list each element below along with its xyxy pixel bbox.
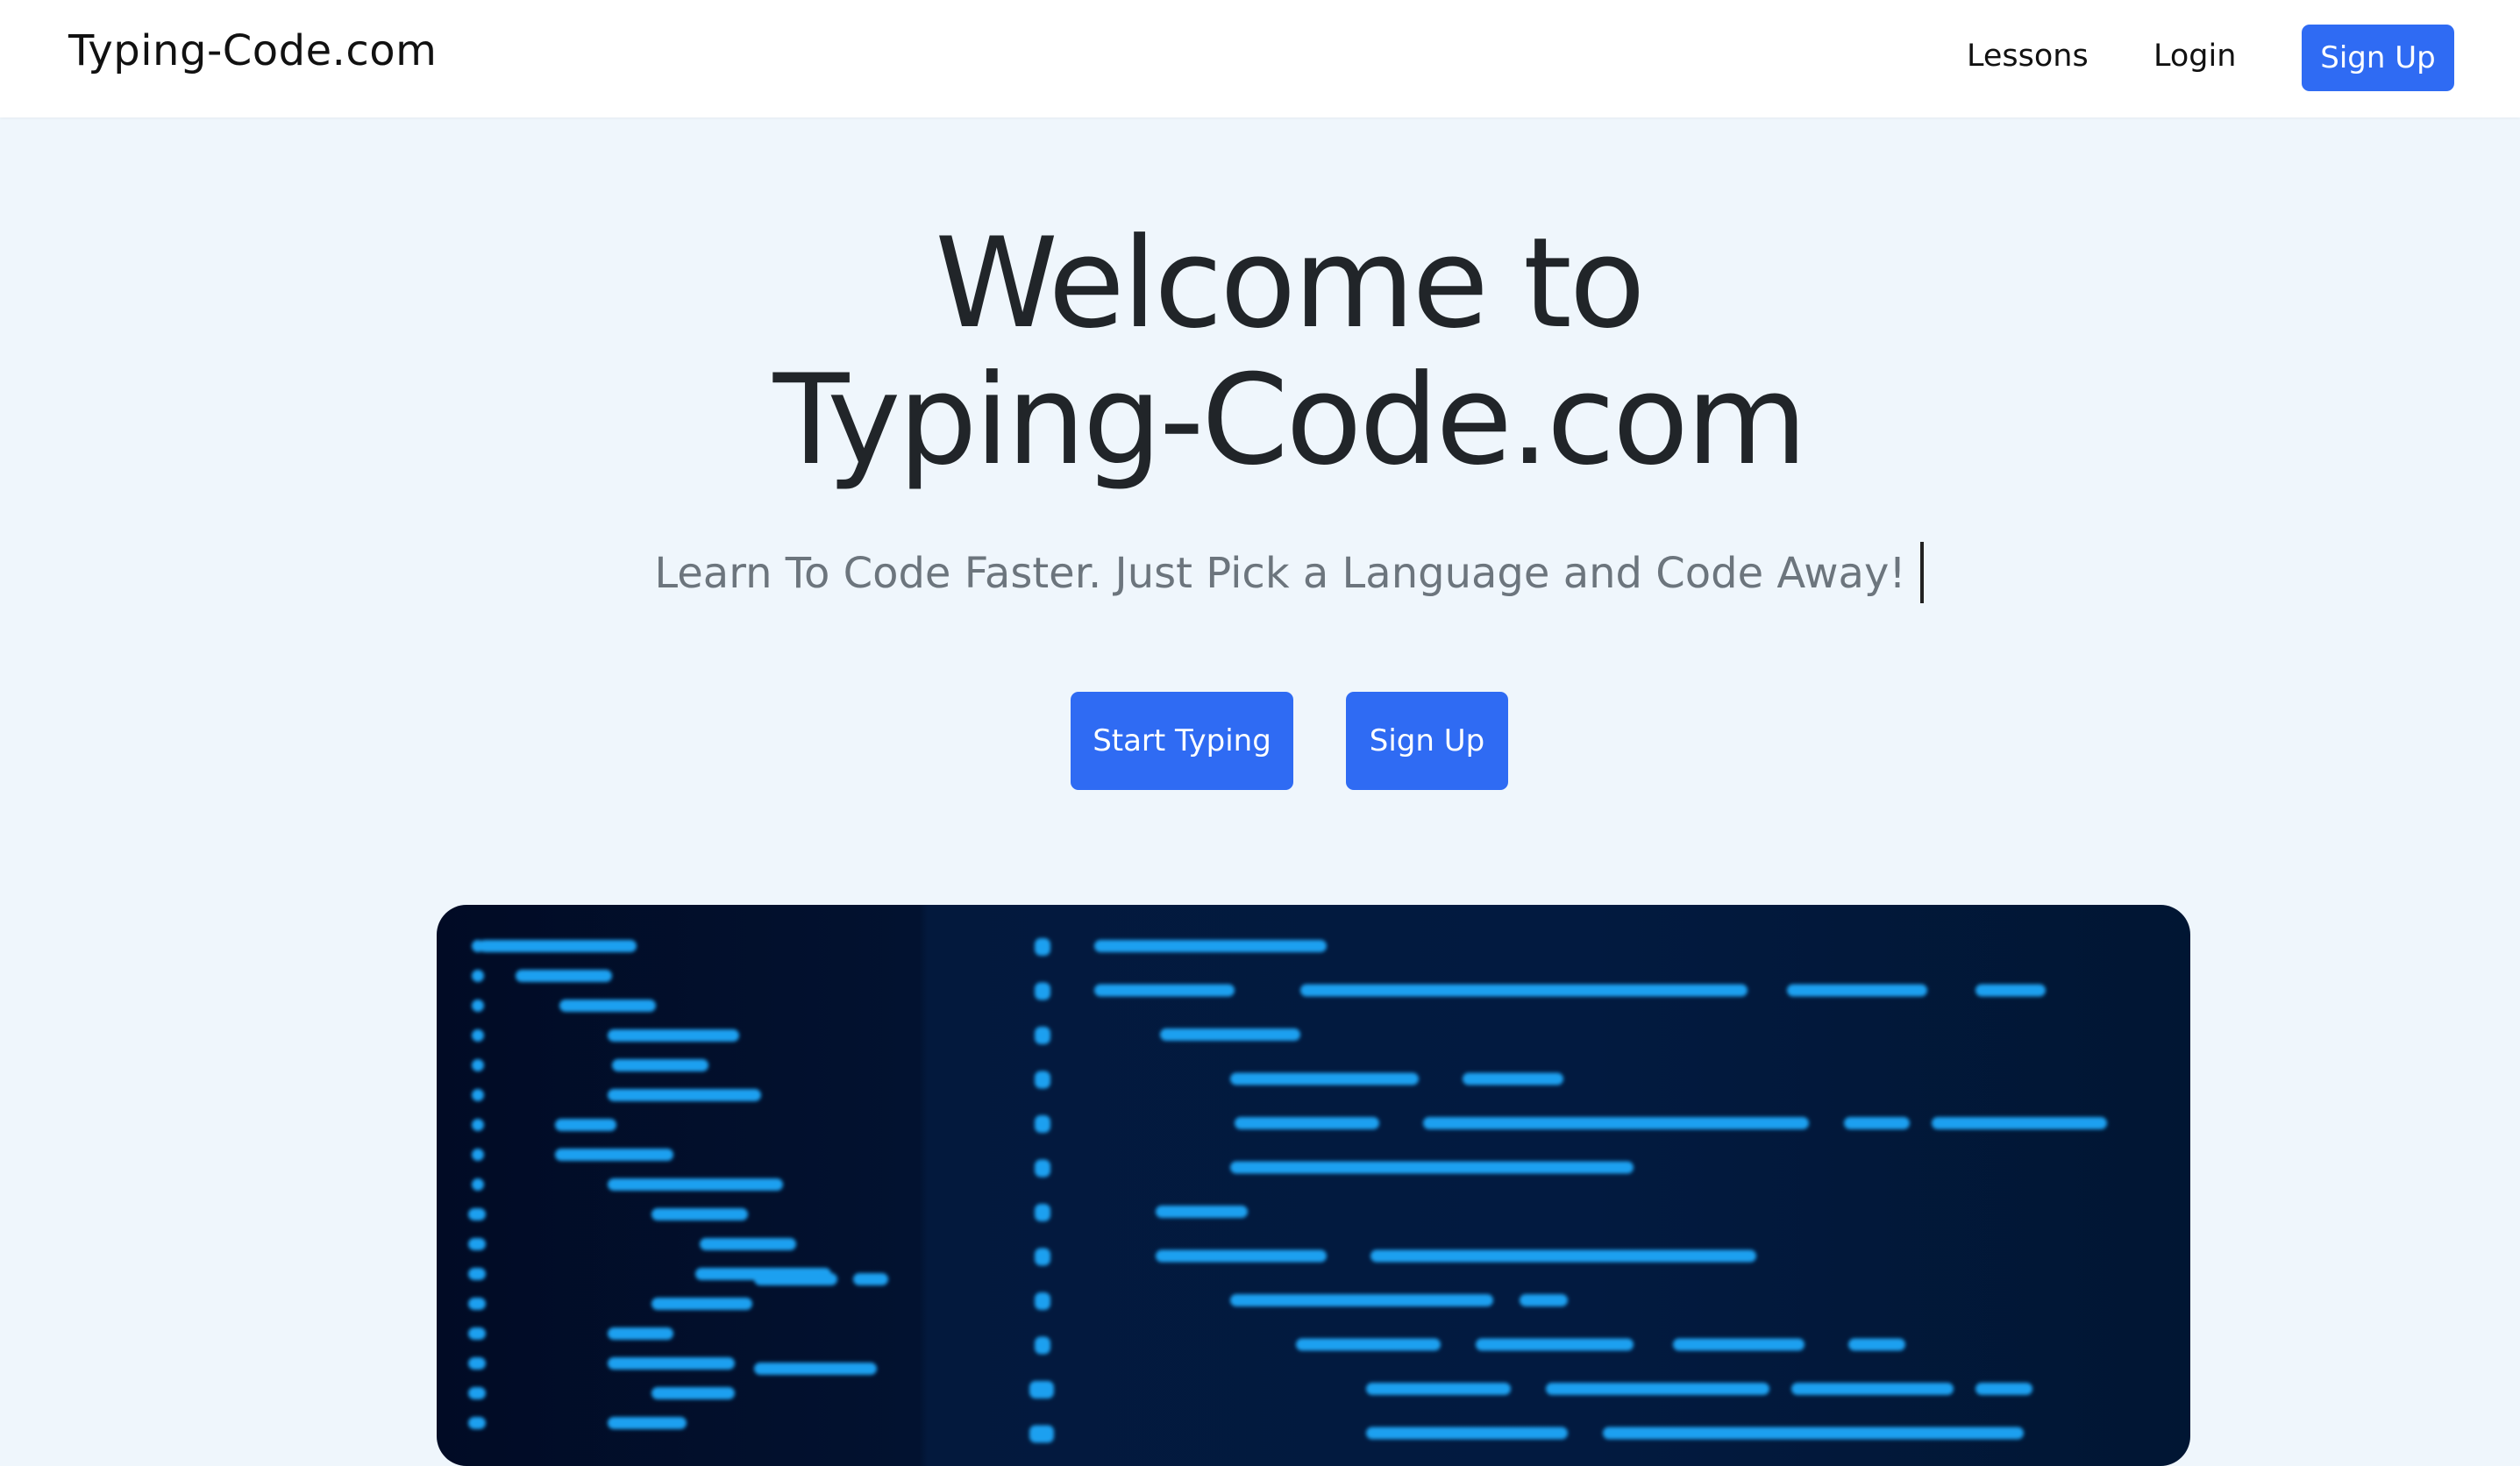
code-line-bar	[472, 1000, 484, 1012]
code-line-bar	[1035, 1248, 1050, 1266]
code-line-bar	[1035, 1027, 1050, 1044]
code-line-bar	[1787, 984, 1927, 997]
code-line-bar	[754, 1273, 837, 1285]
code-line-bar	[608, 1178, 783, 1191]
code-line-bar	[468, 1268, 486, 1280]
code-line-bar	[608, 1327, 673, 1340]
code-line-bar	[651, 1208, 748, 1220]
code-line-bar	[1370, 1249, 1756, 1263]
code-line-bar	[1094, 940, 1327, 952]
hero-signup-button[interactable]: Sign Up	[1346, 692, 1508, 790]
code-line-bar	[1476, 1338, 1634, 1351]
code-line-bar	[1230, 1294, 1493, 1306]
code-line-bar	[1603, 1427, 2024, 1440]
code-line-bar	[1029, 1381, 1054, 1398]
code-line-bar	[1296, 1338, 1441, 1351]
code-line-bar	[468, 1417, 486, 1429]
code-line-bar	[1230, 1072, 1419, 1085]
code-line-bar	[468, 1327, 486, 1340]
code-line-bar	[1673, 1338, 1805, 1351]
code-line-bar	[1366, 1427, 1568, 1440]
code-line-bar	[1156, 1206, 1248, 1218]
code-line-bar	[1035, 982, 1050, 1000]
code-editor-illustration	[437, 905, 2190, 1466]
code-line-bar	[1975, 1383, 2032, 1395]
code-line-bar	[612, 1059, 708, 1071]
code-line-bar	[1791, 1383, 1954, 1395]
code-line-bar	[1932, 1117, 2107, 1129]
nav-link-login[interactable]: Login	[2153, 39, 2236, 74]
code-line-bar	[1035, 1159, 1050, 1178]
code-line-bar	[853, 1273, 888, 1285]
code-line-bar	[555, 1119, 616, 1131]
code-line-bar	[1035, 1292, 1050, 1310]
navbar: Typing-Code.com Lessons Login Sign Up	[0, 0, 2520, 117]
code-line-bar	[754, 1363, 877, 1375]
hero-subtitle: Learn To Code Faster. Just Pick a Langua…	[654, 549, 1906, 598]
code-line-bar	[1300, 984, 1748, 997]
code-line-bar	[651, 1298, 752, 1310]
code-line-bar	[1156, 1249, 1327, 1263]
code-line-bar	[1160, 1028, 1300, 1041]
hero-title-line1: Welcome to	[935, 211, 1645, 356]
hero-subtitle-row: Learn To Code Faster. Just Pick a Langua…	[0, 542, 2520, 607]
code-line-bar	[608, 1029, 739, 1042]
code-line-bar	[1546, 1383, 1769, 1395]
code-line-bar	[468, 1208, 486, 1220]
code-line-bar	[468, 1238, 486, 1250]
code-line-bar	[472, 1029, 484, 1042]
code-line-bar	[468, 1387, 486, 1399]
nav-link-lessons[interactable]: Lessons	[1967, 39, 2089, 74]
code-line-bar	[472, 1059, 484, 1071]
code-lines-graphic	[468, 938, 2107, 1443]
start-typing-button[interactable]: Start Typing	[1071, 692, 1293, 790]
code-line-bar	[1230, 1161, 1634, 1174]
code-line-bar	[1844, 1117, 1910, 1129]
hero-title: Welcome to Typing-Code.com	[0, 216, 2520, 489]
code-line-bar	[608, 1357, 735, 1370]
code-line-bar	[1463, 1072, 1563, 1085]
brand-logo[interactable]: Typing-Code.com	[68, 26, 437, 75]
code-line-bar	[1235, 1117, 1379, 1129]
code-line-bar	[1029, 1425, 1054, 1443]
code-line-bar	[468, 1298, 486, 1310]
code-line-bar	[472, 1089, 484, 1101]
code-line-bar	[472, 1178, 484, 1191]
code-line-bar	[1035, 1204, 1050, 1221]
code-line-bar	[1035, 1115, 1050, 1133]
code-line-bar	[1094, 984, 1235, 997]
nav-signup-button[interactable]: Sign Up	[2302, 25, 2454, 91]
code-line-bar	[479, 940, 637, 952]
code-line-bar	[1520, 1294, 1568, 1306]
code-line-bar	[651, 1387, 735, 1399]
code-line-bar	[516, 970, 612, 982]
code-line-bar	[555, 1149, 673, 1161]
code-line-bar	[1035, 938, 1050, 956]
code-line-bar	[1035, 1071, 1050, 1089]
code-line-bar	[472, 970, 484, 982]
code-line-bar	[700, 1238, 796, 1250]
code-line-bar	[1035, 1336, 1050, 1355]
code-line-bar	[608, 1417, 687, 1429]
code-line-bar	[559, 1000, 656, 1012]
code-line-bar	[468, 1357, 486, 1370]
code-line-bar	[472, 1119, 484, 1131]
code-line-bar	[608, 1089, 761, 1101]
hero-title-line2: Typing-Code.com	[772, 348, 1808, 493]
code-line-bar	[1423, 1117, 1809, 1129]
code-line-bar	[1848, 1338, 1905, 1351]
typing-cursor	[1919, 542, 1924, 603]
code-line-bar	[472, 1149, 484, 1161]
code-line-bar	[1366, 1383, 1511, 1395]
code-line-bar	[1975, 984, 2046, 997]
